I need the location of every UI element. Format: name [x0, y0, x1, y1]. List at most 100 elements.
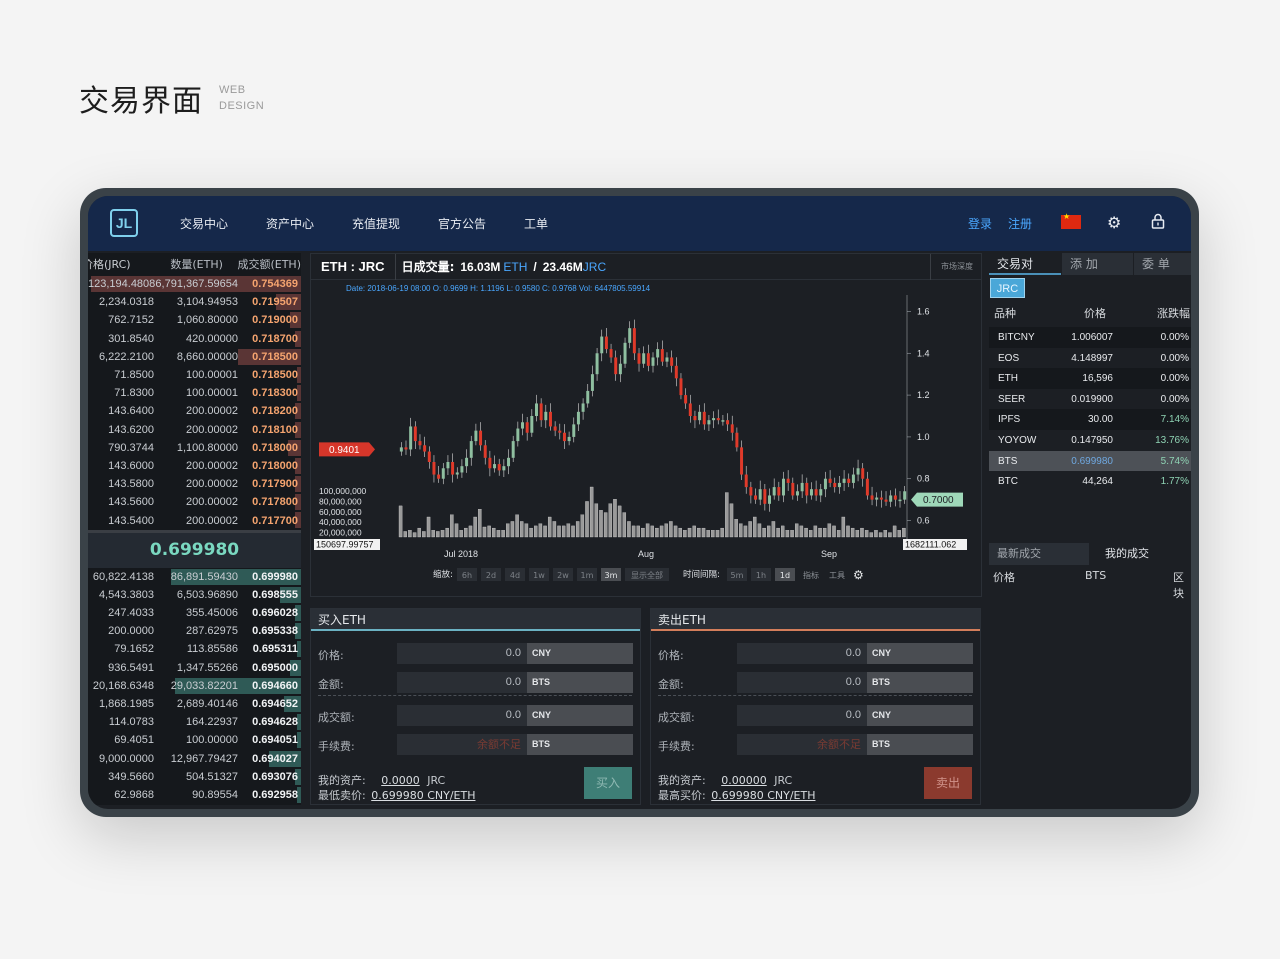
logo-icon[interactable]: JL [110, 209, 138, 237]
interval-option-label[interactable]: 1d [780, 571, 790, 580]
volume-bar [822, 527, 827, 538]
bid-row[interactable]: 936.5491 1,347.55266 0.695000 [88, 659, 301, 677]
candlestick-chart[interactable]: Date: 2018-06-19 08:00 O: 0.9699 H: 1.11… [311, 281, 981, 597]
market-row[interactable]: BITCNY 1.006007 0.00% [989, 327, 1191, 348]
bid-row[interactable]: 4,543.3803 6,503.96890 0.698555 [88, 586, 301, 604]
nav-announcements[interactable]: 官方公告 [438, 215, 486, 232]
market-row[interactable]: BTC 44,264 1.77% [989, 471, 1191, 492]
buy-amount-input[interactable]: 0.0 [397, 672, 527, 693]
base-currency-tab[interactable]: JRC [990, 278, 1025, 298]
bid-row[interactable]: 20,168.6348 29,033.82201 0.694660 [88, 677, 301, 695]
depth-tab[interactable]: 市场深度 [930, 254, 973, 280]
sell-button[interactable]: 卖出 [924, 767, 972, 799]
market-row[interactable]: ETH 16,596 0.00% [989, 368, 1191, 389]
ask-row[interactable]: 143.6400 200.00002 0.718200 [88, 402, 301, 420]
zoom-option-label[interactable]: 1m [581, 571, 594, 580]
market-row[interactable]: YOYOW 0.147950 13.76% [989, 430, 1191, 451]
buy-best-value[interactable]: 0.699980 CNY/ETH [371, 789, 475, 802]
sell-price-unit[interactable]: CNY [867, 643, 973, 664]
nav-assets-center[interactable]: 资产中心 [266, 215, 314, 232]
candle-up [590, 374, 594, 391]
sell-price-input[interactable]: 0.0 [737, 643, 867, 664]
sell-total-unit[interactable]: CNY [867, 705, 973, 726]
market-row[interactable]: BTS 0.699980 5.74% [989, 450, 1191, 472]
gear-icon[interactable]: ⚙ [1107, 213, 1121, 233]
register-link[interactable]: 注册 [1008, 215, 1032, 232]
zoom-option-label[interactable]: 3m [605, 571, 618, 580]
ask-row[interactable]: 762.7152 1,060.80000 0.719000 [88, 311, 301, 329]
row-price: 143.5800 [108, 478, 154, 491]
tab-pairs[interactable]: 交易对 [989, 253, 1061, 275]
ask-row[interactable]: 143.6000 200.00002 0.718000 [88, 457, 301, 475]
bid-row[interactable]: 1,868.1985 2,689.40146 0.694652 [88, 695, 301, 713]
china-flag-icon[interactable] [1061, 212, 1081, 229]
interval-option-label[interactable]: 5m [731, 571, 744, 580]
market-row[interactable]: IPFS 30.00 7.14% [989, 409, 1191, 430]
ask-row[interactable]: 2,234.0318 3,104.94953 0.719507 [88, 293, 301, 311]
market-price: 0.019900 [1071, 393, 1113, 405]
ask-row[interactable]: 6,222.2100 8,660.00000 0.718500 [88, 348, 301, 366]
buy-total-unit[interactable]: CNY [527, 705, 633, 726]
buy-price-unit[interactable]: CNY [527, 643, 633, 664]
zoom-option-label[interactable]: 2d [486, 571, 496, 580]
sell-total-input[interactable]: 0.0 [737, 705, 867, 726]
sell-amount-unit[interactable]: BTS [867, 672, 973, 693]
row-amount: 100.00001 [186, 369, 238, 382]
ask-row[interactable]: 71.8500 100.00001 0.718500 [88, 366, 301, 384]
buy-button[interactable]: 买入 [584, 767, 632, 799]
ask-row[interactable]: 143.5400 200.00002 0.717700 [88, 511, 301, 529]
sell-amount-input[interactable]: 0.0 [737, 672, 867, 693]
zoom-option-label[interactable]: 1w [533, 571, 545, 580]
bid-row[interactable]: 69.4051 100.00000 0.694051 [88, 731, 301, 749]
volume-bar [892, 525, 897, 538]
ask-row[interactable]: 790.3744 1,100.80000 0.718000 [88, 439, 301, 457]
ask-row[interactable]: 71.8300 100.00001 0.718300 [88, 384, 301, 402]
bid-row[interactable]: 62.922690.895540.692252 [88, 804, 301, 805]
sell-price-label: 价格: [658, 649, 684, 662]
ask-row[interactable]: 301.8540 420.00000 0.718700 [88, 330, 301, 348]
bid-row[interactable]: 60,822.4138 86,891.59430 0.699980 [88, 568, 301, 586]
tab-add[interactable]: 添 加 [1061, 253, 1133, 275]
sell-best-value[interactable]: 0.699980 CNY/ETH [711, 789, 815, 802]
indicator-button[interactable]: 指标 [803, 570, 819, 580]
sell-fee-input: 余额不足 [737, 734, 867, 755]
tab-latest-trades[interactable]: 最新成交 [989, 543, 1089, 565]
buy-total-input[interactable]: 0.0 [397, 705, 527, 726]
bid-row[interactable]: 349.5660 504.51327 0.693076 [88, 768, 301, 786]
tab-orders[interactable]: 委 单 [1133, 253, 1191, 275]
bid-row[interactable]: 247.4033 355.45006 0.696028 [88, 604, 301, 622]
ask-row[interactable]: 143.5600 200.00002 0.717800 [88, 493, 301, 511]
volume-bar [836, 530, 841, 538]
zoom-option-label[interactable]: 显示全部 [631, 570, 663, 580]
buy-amount-unit[interactable]: BTS [527, 672, 633, 693]
interval-option-label[interactable]: 1h [756, 571, 766, 580]
candle-down [688, 403, 692, 416]
nav-trade-center[interactable]: 交易中心 [180, 215, 228, 232]
nav-tickets[interactable]: 工单 [524, 215, 548, 232]
tab-my-trades[interactable]: 我的成交 [1089, 543, 1191, 565]
zoom-option-label[interactable]: 4d [510, 571, 520, 580]
zoom-option-label[interactable]: 2w [557, 571, 569, 580]
bid-row[interactable]: 79.1652 113.85586 0.695311 [88, 640, 301, 658]
lock-icon[interactable] [1151, 213, 1165, 234]
zoom-option-label[interactable]: 6h [462, 571, 472, 580]
nav-deposit-withdraw[interactable]: 充值提现 [352, 215, 400, 232]
volume-bar [417, 527, 421, 538]
volume-bar [799, 525, 804, 538]
bid-row[interactable]: 9,000.0000 12,967.79427 0.694027 [88, 750, 301, 768]
candle-down [437, 474, 441, 479]
tools-button[interactable]: 工具 [829, 571, 845, 580]
bid-row[interactable]: 114.0783 164.22937 0.694628 [88, 713, 301, 731]
market-row[interactable]: EOS 4.148997 0.00% [989, 348, 1191, 369]
market-row[interactable]: SEER 0.019900 0.00% [989, 389, 1191, 410]
row-price: 200.0000 [108, 625, 154, 638]
ask-row[interactable]: 123,194.4808 6,791,367.59654 0.754369 [88, 275, 301, 293]
ask-row[interactable]: 143.5800 200.00002 0.717900 [88, 475, 301, 493]
buy-price-input[interactable]: 0.0 [397, 643, 527, 664]
ask-row[interactable]: 143.6200 200.00002 0.718100 [88, 421, 301, 439]
row-price: 349.5660 [108, 770, 154, 783]
bid-row[interactable]: 62.9868 90.89554 0.692958 [88, 786, 301, 804]
bid-row[interactable]: 200.0000 287.62975 0.695338 [88, 622, 301, 640]
gear-icon[interactable]: ⚙ [853, 568, 864, 582]
login-link[interactable]: 登录 [968, 215, 992, 232]
